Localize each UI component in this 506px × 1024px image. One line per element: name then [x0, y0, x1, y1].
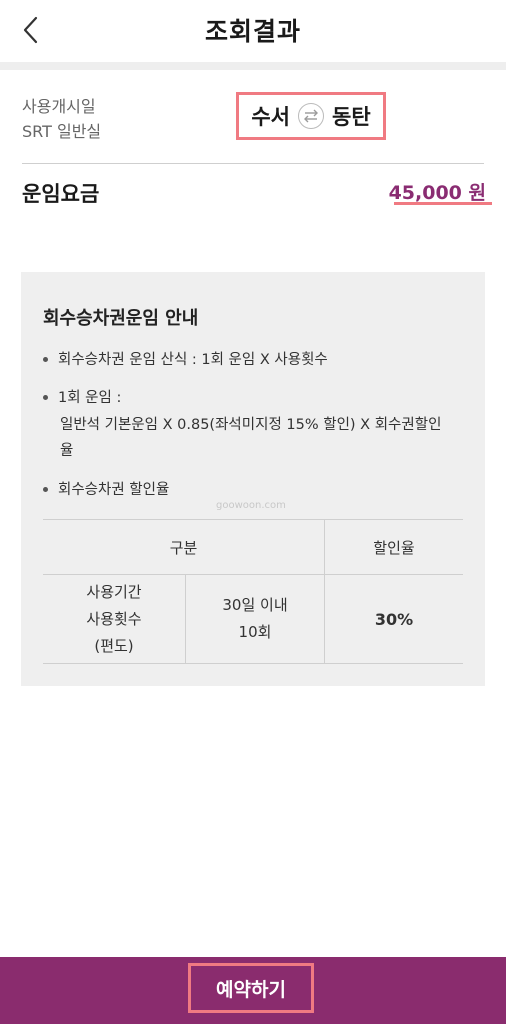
bullet-dot-icon [43, 486, 48, 492]
page: 조회결과 사용개시일 SRT 일반실 수서 동탄 운임요금 45,000 원 회… [0, 0, 506, 1024]
app-header: 조회결과 [0, 0, 506, 62]
route-selector: 수서 동탄 [236, 92, 386, 140]
multi-ticket-info-panel: 회수승차권운임 안내 회수승차권 운임 산식 : 1회 운임 X 사용횟수 1회… [21, 272, 485, 686]
table-row: 사용기간 사용횟수 (편도) 30일 이내 10회 30% [43, 574, 463, 664]
table-cell-label: 사용기간 사용횟수 (편도) [43, 574, 186, 664]
start-date-label: 사용개시일 [22, 97, 96, 116]
condition-line: 10회 [238, 623, 272, 641]
table-header-row: 구분 할인율 [43, 519, 463, 575]
route-divider [22, 163, 484, 164]
label-line: (편도) [94, 636, 134, 655]
table-header-category: 구분 [43, 519, 325, 575]
label-line: 사용횟수 [86, 609, 142, 628]
bullet-dot-icon [43, 356, 48, 362]
bullet-single-fare: 1회 운임 : [43, 386, 121, 410]
reserve-button[interactable]: 예약하기 [188, 963, 314, 1013]
arrival-station: 동탄 [332, 105, 371, 129]
route-labels: 사용개시일 SRT 일반실 [22, 94, 101, 144]
discount-table: 구분 할인율 사용기간 사용횟수 (편도) 30일 이내 10회 30% [43, 519, 463, 664]
bullet-discount-rate: 회수승차권 할인율 [43, 478, 169, 502]
watermark: goowoon.com [216, 500, 286, 511]
table-cell-condition: 30일 이내 10회 [185, 574, 325, 664]
fare-amount: 45,000 원 [388, 182, 486, 204]
single-fare-detail-line1: 일반석 기본운임 X 0.85(좌석미지정 15% 할인) X 회수권할인 [60, 417, 442, 433]
fare-label: 운임요금 [22, 182, 100, 206]
single-fare-detail-line2: 율 [60, 443, 74, 459]
bullet-text: 1회 운임 : [58, 390, 122, 406]
single-fare-detail: 일반석 기본운임 X 0.85(좌석미지정 15% 할인) X 회수권할인 율 [60, 412, 470, 464]
bullet-formula: 회수승차권 운임 산식 : 1회 운임 X 사용횟수 [43, 348, 328, 372]
fare-highlight-underline [394, 202, 492, 205]
info-title: 회수승차권운임 안내 [43, 308, 199, 329]
bullet-text: 회수승차권 할인율 [58, 482, 170, 498]
bullet-dot-icon [43, 394, 48, 400]
bullet-text: 회수승차권 운임 산식 : 1회 운임 X 사용횟수 [58, 352, 328, 368]
page-title: 조회결과 [204, 17, 301, 46]
table-cell-rate: 30% [324, 574, 463, 664]
seat-class-label: SRT 일반실 [22, 122, 102, 141]
condition-line: 30일 이내 [222, 596, 288, 614]
departure-station: 수서 [251, 105, 290, 129]
label-line: 사용기간 [86, 582, 142, 601]
swap-arrows-icon[interactable] [298, 103, 324, 129]
table-header-rate: 할인율 [324, 519, 463, 575]
header-divider [0, 62, 506, 70]
